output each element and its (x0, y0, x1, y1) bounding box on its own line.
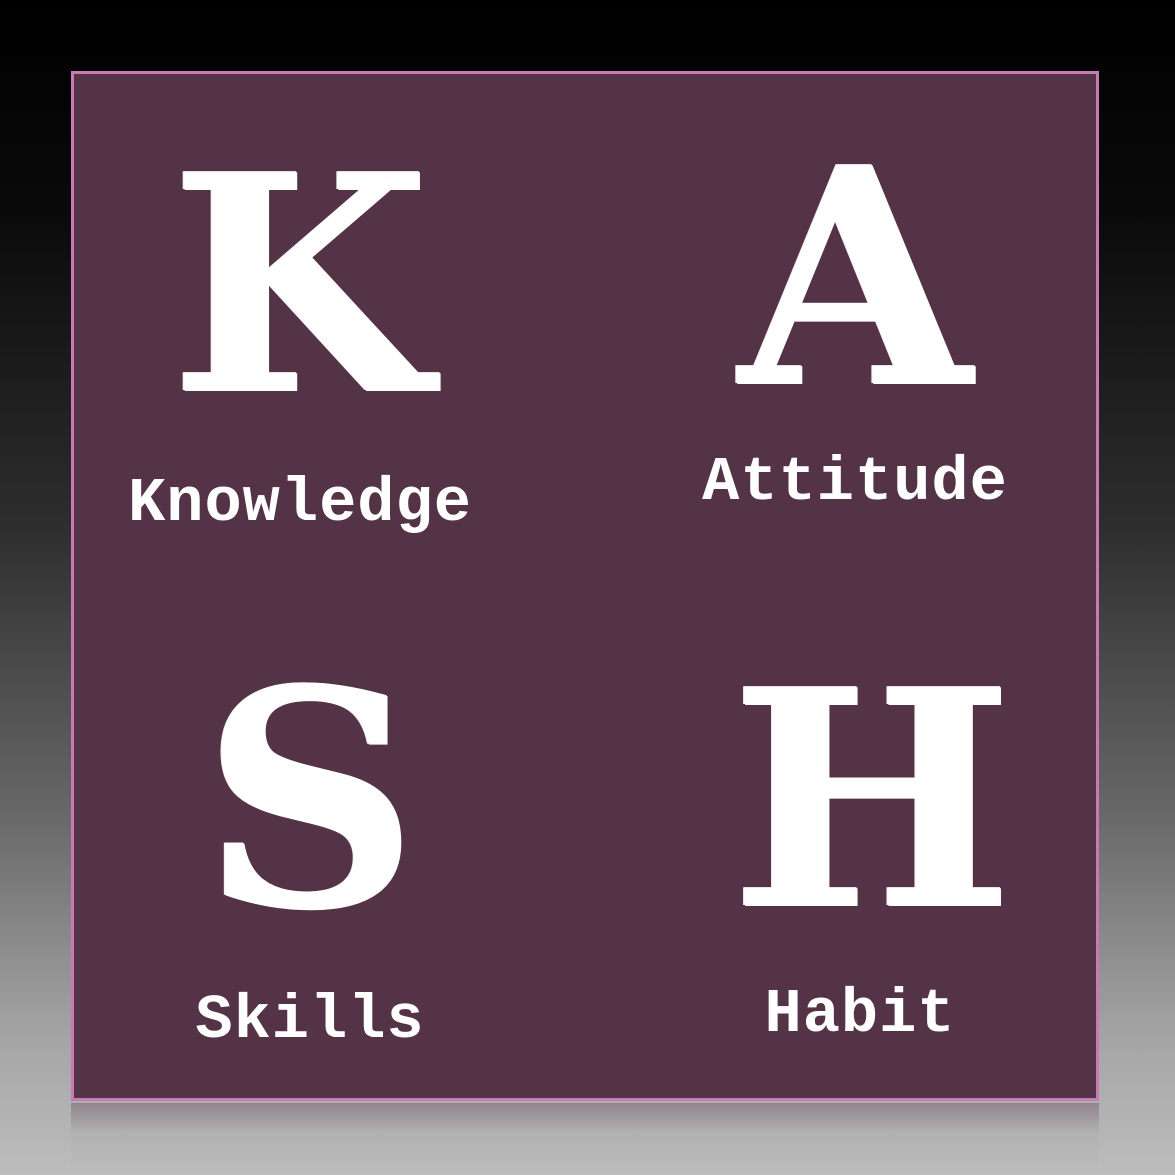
card-reflection (71, 1103, 1099, 1175)
letter-a: A (738, 101, 972, 454)
word-habit: Habit (764, 979, 956, 1050)
habit-quadrant: H Habit (730, 623, 1014, 1050)
letter-k: K (169, 108, 431, 461)
letter-s: S (201, 623, 419, 976)
knowledge-quadrant: K Knowledge (115, 135, 485, 535)
skills-quadrant: S Skills (165, 650, 455, 1052)
word-attitude: Attitude (702, 447, 1008, 518)
letter-h: H (730, 623, 1014, 976)
word-knowledge: Knowledge (128, 468, 472, 539)
word-skills: Skills (195, 985, 425, 1056)
attitude-quadrant: A Attitude (700, 128, 1010, 514)
